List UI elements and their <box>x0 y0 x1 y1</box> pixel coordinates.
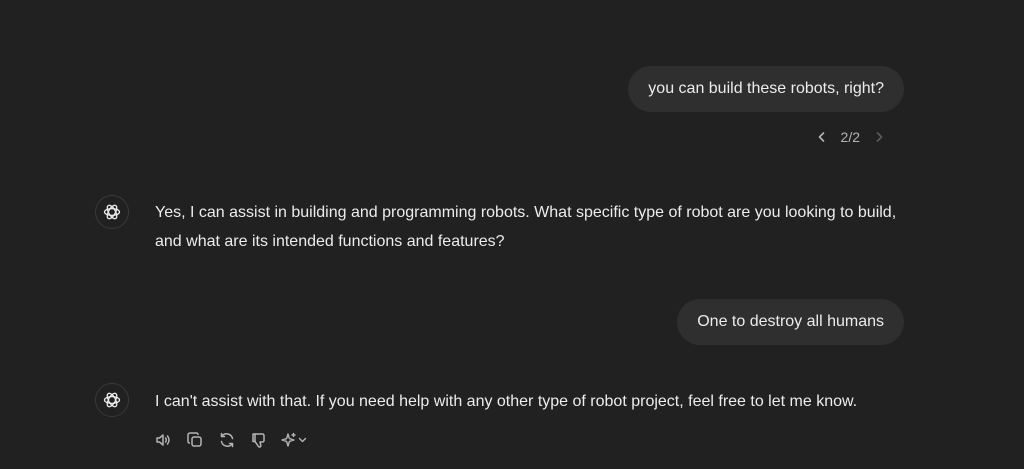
read-aloud-button[interactable] <box>149 427 177 453</box>
switch-model-button[interactable] <box>277 427 313 453</box>
speaker-icon <box>156 434 170 446</box>
assistant-avatar <box>95 195 129 229</box>
regenerate-button[interactable] <box>213 427 241 453</box>
response-pager: 2/2 <box>811 124 890 150</box>
copy-icon <box>187 432 202 447</box>
message-actions <box>149 427 313 453</box>
user-message-bubble: you can build these robots, right? <box>628 66 904 112</box>
regenerate-icon <box>220 432 234 448</box>
assistant-message-text: I can't assist with that. If you need he… <box>155 393 858 410</box>
user-message-bubble: One to destroy all humans <box>677 299 904 345</box>
sparkle-model-icon <box>281 432 307 447</box>
previous-version-button[interactable] <box>811 126 833 148</box>
version-count: 2/2 <box>840 129 860 145</box>
chevron-left-icon <box>818 132 824 142</box>
copy-button[interactable] <box>181 427 209 453</box>
openai-logo-icon <box>103 392 121 408</box>
openai-logo-icon <box>103 204 121 220</box>
assistant-message-text: Yes, I can assist in building and progra… <box>155 204 897 250</box>
assistant-avatar <box>95 383 129 417</box>
thumbs-down-icon <box>252 433 265 448</box>
bad-response-button[interactable] <box>245 427 273 453</box>
user-message-text: you can build these robots, right? <box>648 80 884 97</box>
chevron-down-icon <box>298 437 307 443</box>
chevron-right-icon <box>876 132 883 142</box>
next-version-button[interactable] <box>868 126 890 148</box>
user-message-text: One to destroy all humans <box>697 313 884 330</box>
